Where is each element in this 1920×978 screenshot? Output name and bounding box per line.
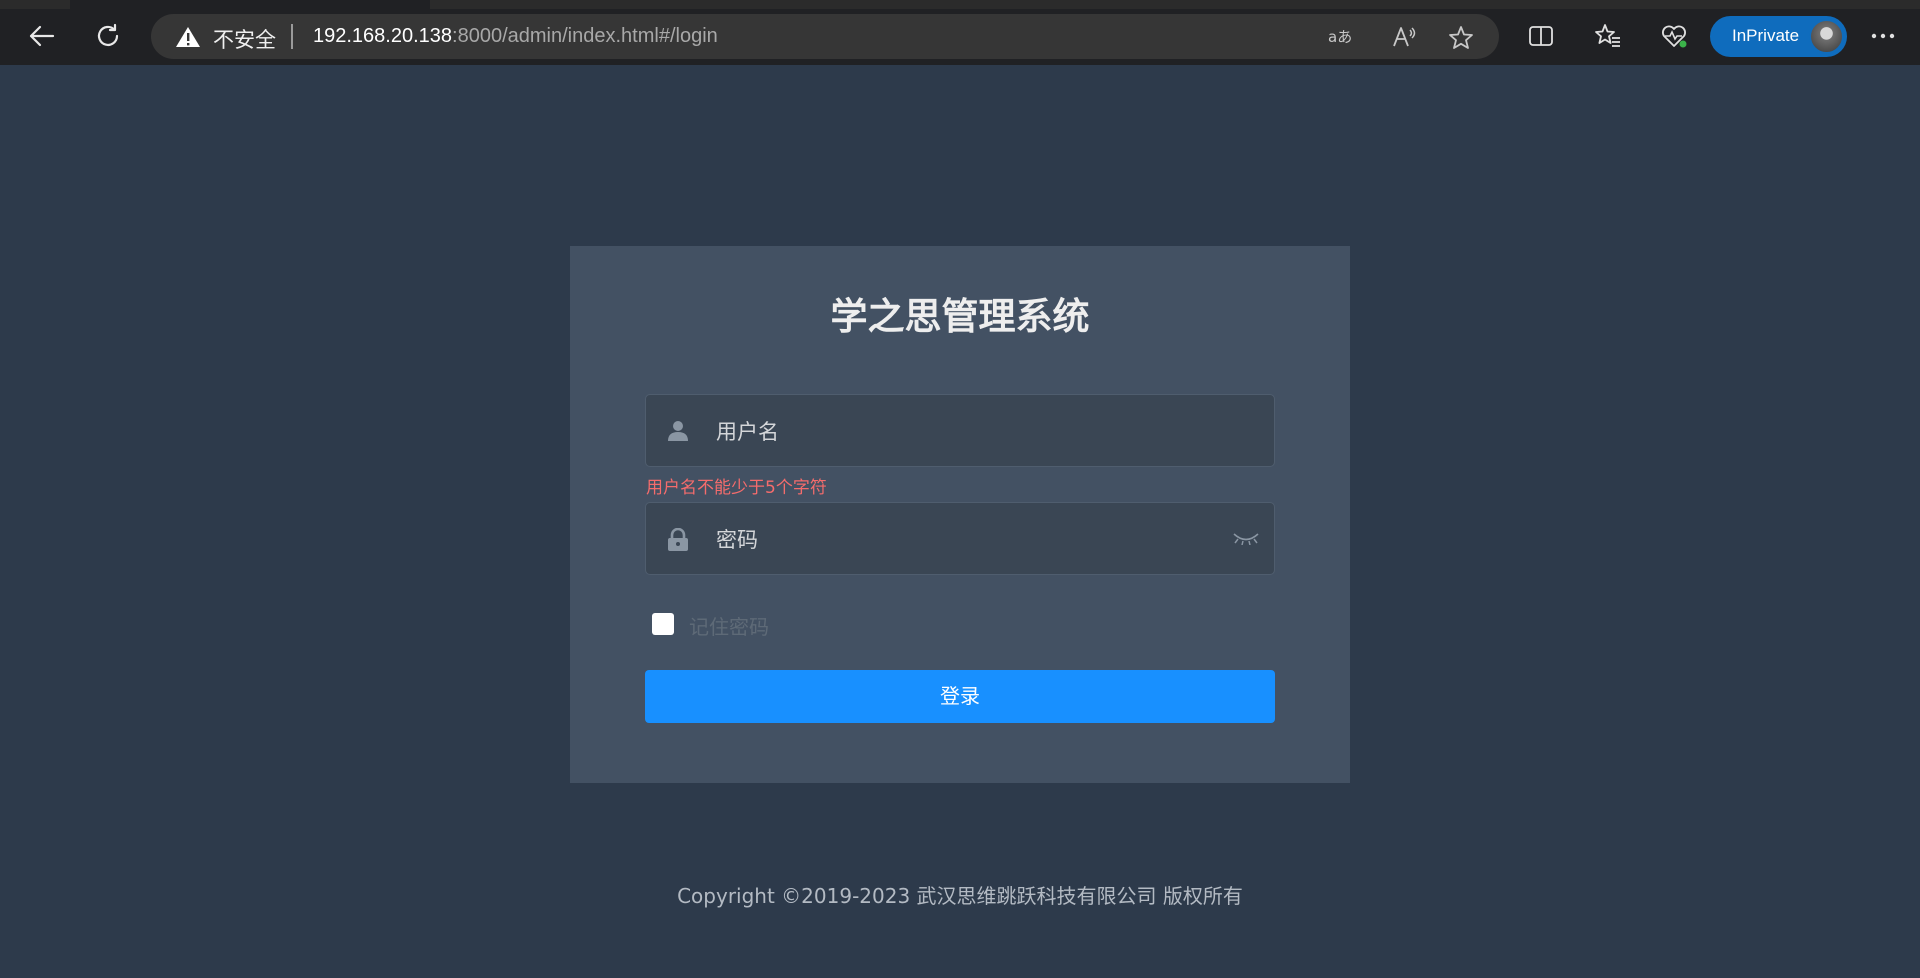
address-separator	[291, 24, 293, 49]
remember-label[interactable]: 记住密码	[689, 611, 769, 640]
reload-button[interactable]	[88, 16, 128, 56]
login-form: 学之思管理系统 用户名不能少于5个字符 记住密码 登录	[570, 246, 1350, 783]
svg-text:aあ: aあ	[1328, 28, 1352, 46]
translate-icon[interactable]: aあ	[1328, 25, 1356, 49]
inprivate-button[interactable]: InPrivate	[1710, 16, 1847, 57]
read-aloud-icon[interactable]	[1391, 25, 1417, 49]
login-button[interactable]: 登录	[645, 670, 1275, 723]
heart-pulse-icon	[1662, 25, 1687, 48]
browser-toolbar: 不安全 192.168.20.138:8000/admin/index.html…	[0, 0, 1920, 65]
user-icon	[668, 421, 688, 441]
username-error-message: 用户名不能少于5个字符	[646, 478, 827, 498]
favorites-list-icon	[1595, 24, 1620, 47]
favorite-star-icon[interactable]	[1448, 25, 1474, 50]
reload-icon	[97, 23, 119, 46]
lock-icon	[668, 528, 688, 551]
browser-essentials-button[interactable]	[1654, 16, 1694, 56]
url-text[interactable]: 192.168.20.138:8000/admin/index.html#/lo…	[313, 25, 718, 48]
hidden-eye-icon[interactable]	[1232, 531, 1260, 545]
tab-strip	[0, 0, 70, 9]
url-host: 192.168.20.138	[313, 25, 453, 47]
password-field[interactable]	[645, 502, 1275, 575]
back-arrow-icon	[29, 25, 55, 47]
password-input[interactable]	[714, 521, 1198, 559]
inprivate-label: InPrivate	[1732, 26, 1800, 45]
warning-icon	[176, 27, 200, 47]
more-menu-button[interactable]	[1863, 16, 1903, 56]
favorites-button[interactable]	[1588, 16, 1628, 56]
address-bar[interactable]: 不安全 192.168.20.138:8000/admin/index.html…	[151, 14, 1499, 59]
username-field[interactable]	[645, 394, 1275, 467]
footer-copyright: Copyright ©2019-2023 武汉思维跳跃科技有限公司 版权所有	[677, 884, 1243, 908]
tab-strip	[430, 0, 1920, 9]
username-input[interactable]	[714, 413, 1198, 451]
remember-checkbox[interactable]	[652, 613, 674, 635]
security-status[interactable]: 不安全	[213, 24, 276, 54]
split-screen-button[interactable]	[1521, 16, 1561, 56]
page-title: 学之思管理系统	[830, 295, 1090, 338]
profile-avatar	[1809, 19, 1844, 54]
url-path: :8000/admin/index.html#/login	[452, 25, 718, 47]
more-dots-icon	[1871, 33, 1895, 39]
split-screen-icon	[1529, 26, 1553, 46]
back-button[interactable]	[22, 16, 62, 56]
